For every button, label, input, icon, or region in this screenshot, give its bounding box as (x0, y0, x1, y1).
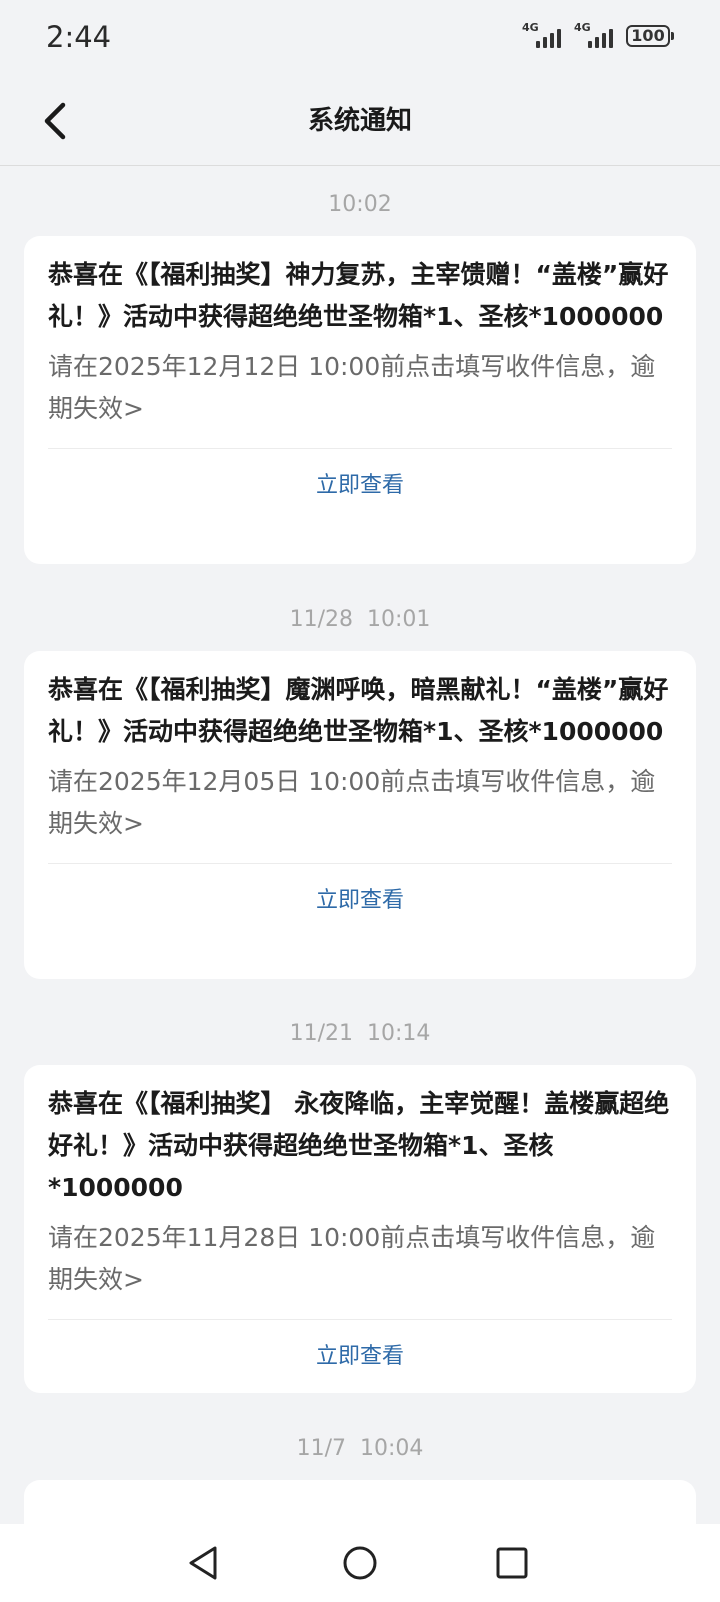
system-back-button[interactable] (176, 1536, 230, 1590)
notification-link[interactable]: 请在2025年12月12日 10:00前点击填写收件信息，逾期失效> (48, 346, 672, 430)
notification-link[interactable]: 请在2025年12月05日 10:00前点击填写收件信息，逾期失效> (48, 761, 672, 845)
status-bar: 2:44 4G 4G 100 (0, 0, 720, 78)
status-icons: 4G 4G 100 (522, 22, 674, 50)
notification-time: 11/7 10:04 (296, 1436, 424, 1461)
system-nav-bar (0, 1524, 720, 1602)
triangle-back-icon (189, 1546, 217, 1580)
battery-level: 100 (631, 26, 665, 45)
page-title: 系统通知 (307, 106, 412, 136)
system-home-button[interactable] (333, 1536, 387, 1590)
square-recents-icon (496, 1547, 528, 1579)
notification-list[interactable]: 10:02 恭喜在《【福利抽奖】神力复苏，主宰馈赠！“盖楼”赢好礼！》活动中获得… (0, 166, 720, 1524)
notification-title: 恭喜在《【福利抽奖】神力复苏，主宰馈赠！“盖楼”赢好礼！》活动中获得超绝绝世圣物… (48, 260, 669, 331)
notification-card: 恭喜在《【福利抽奖】 永夜降临，主宰觉醒！盖楼赢超绝好礼！》活动中获得超绝绝世圣… (24, 1065, 696, 1393)
notification-card: 恭喜在《【福利抽奖】魔渊呼唤，暗黑献礼！“盖楼”赢好礼！》活动中获得超绝绝世圣物… (24, 651, 696, 979)
notification-time: 11/21 10:14 (289, 1021, 431, 1046)
battery-icon: 100 (626, 25, 674, 47)
notification-link[interactable]: 请在2025年11月28日 10:00前点击填写收件信息，逾期失效> (48, 1217, 672, 1301)
circle-home-icon (343, 1546, 377, 1580)
view-now-button[interactable]: 立即查看 (48, 1320, 672, 1394)
signal-icon-2: 4G (574, 22, 618, 50)
notification-title: 恭喜在《【福利抽奖】 永夜降临，主宰觉醒！盖楼赢超绝好礼！》活动中获得超绝绝世圣… (48, 1089, 670, 1202)
system-recents-button[interactable] (485, 1536, 539, 1590)
notification-title: 恭喜在《【福利抽奖】魔渊呼唤，暗黑献礼！“盖楼”赢好礼！》活动中获得超绝绝世圣物… (48, 675, 669, 746)
status-time: 2:44 (46, 20, 112, 54)
view-now-button[interactable]: 立即查看 (48, 449, 672, 523)
notification-time: 10:02 (328, 192, 392, 217)
signal-icon: 4G (522, 22, 566, 50)
notification-time: 11/28 10:01 (289, 607, 431, 632)
nav-bar: 系统通知 (0, 78, 720, 166)
view-now-button[interactable]: 立即查看 (48, 864, 672, 938)
notification-card (24, 1480, 696, 1524)
notification-card: 恭喜在《【福利抽奖】神力复苏，主宰馈赠！“盖楼”赢好礼！》活动中获得超绝绝世圣物… (24, 236, 696, 564)
